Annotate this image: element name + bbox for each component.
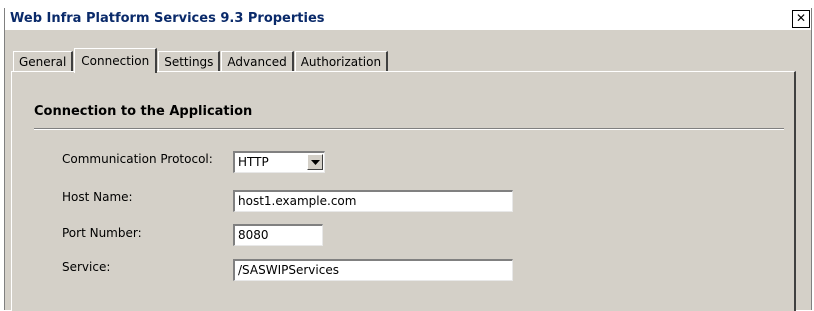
close-button[interactable]: ✕: [792, 10, 810, 28]
host-name-label: Host Name:: [62, 190, 133, 204]
service-label: Service:: [62, 260, 111, 274]
port-number-label: Port Number:: [62, 226, 142, 240]
port-number-input[interactable]: 8080: [233, 224, 323, 246]
window-title: Web Infra Platform Services 9.3 Properti…: [10, 11, 325, 26]
title-bar[interactable]: Web Infra Platform Services 9.3 Properti…: [5, 8, 811, 31]
section-divider: [34, 128, 784, 130]
dropdown-button[interactable]: [307, 154, 323, 170]
close-icon: ✕: [795, 11, 807, 25]
section-title: Connection to the Application: [34, 104, 253, 119]
protocol-select[interactable]: HTTP: [233, 151, 325, 173]
tab-authorization[interactable]: Authorization: [294, 51, 389, 72]
tab-connection[interactable]: Connection: [74, 48, 158, 73]
tab-general[interactable]: General: [13, 51, 74, 72]
tab-advanced[interactable]: Advanced: [221, 51, 294, 72]
chevron-down-icon: [311, 160, 320, 165]
service-input[interactable]: /SASWIPServices: [233, 259, 513, 281]
tab-settings[interactable]: Settings: [158, 51, 221, 72]
protocol-label: Communication Protocol:: [62, 152, 213, 166]
host-name-input[interactable]: host1.example.com: [233, 190, 513, 212]
tab-strip: General Connection Settings Advanced Aut…: [13, 46, 389, 73]
protocol-value: HTTP: [238, 155, 269, 169]
